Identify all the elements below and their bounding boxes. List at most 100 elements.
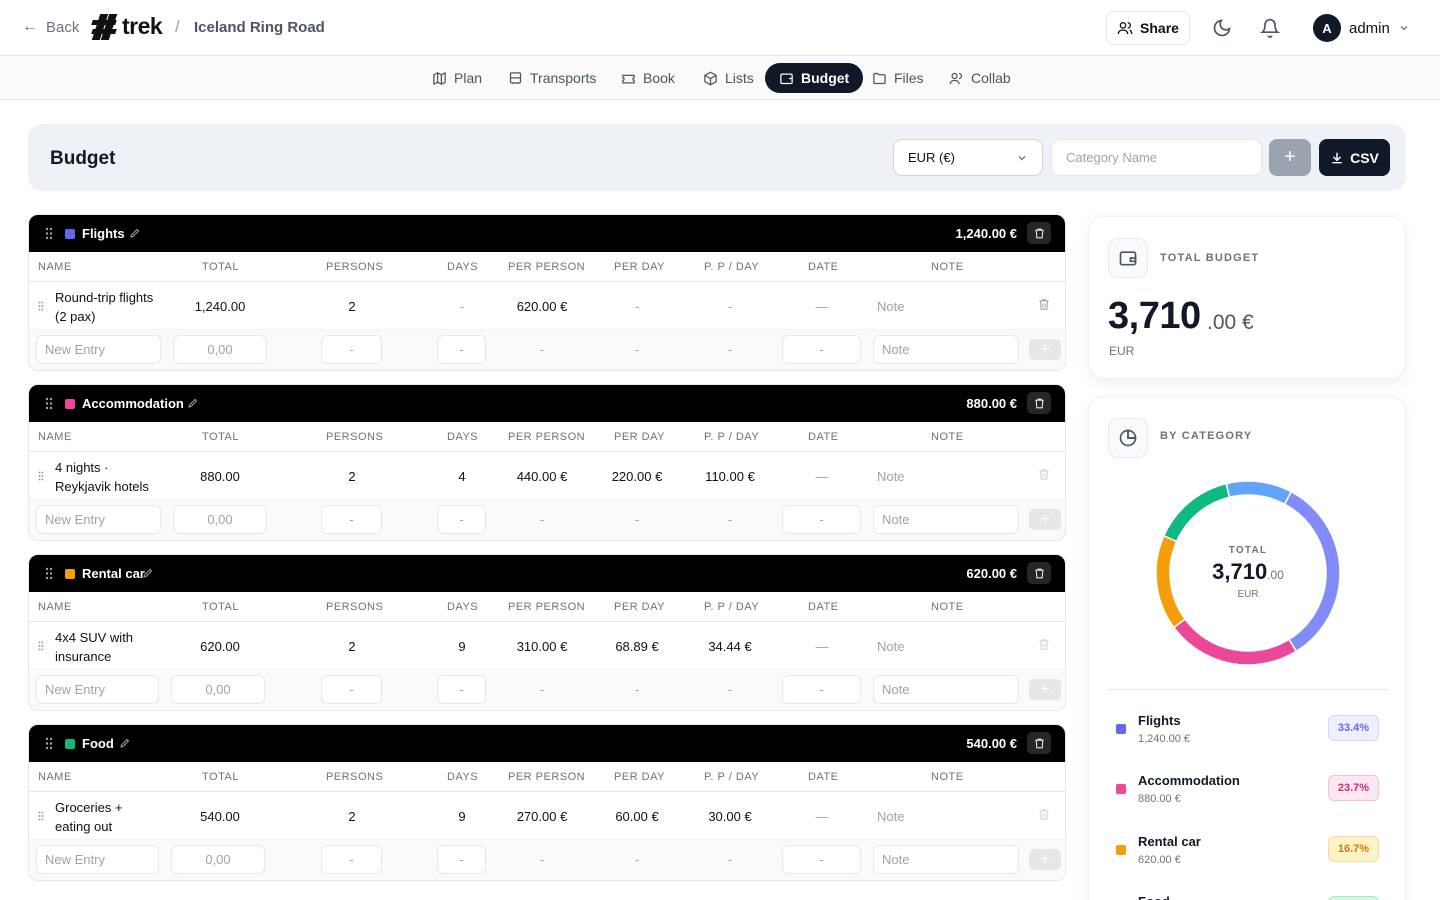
entry-total[interactable]: 1,240.00 [195,299,246,314]
category-name-input[interactable]: Category Name [1051,139,1262,176]
drag-handle-icon[interactable] [38,471,44,481]
new-entry-days-input[interactable]: - [437,505,486,534]
new-entry-total-input[interactable]: 0,00 [173,335,267,364]
add-entry-button[interactable]: + [1029,509,1061,530]
chevron-down-icon[interactable] [1398,22,1410,34]
table-row[interactable]: 4x4 SUV with insurance 620.00 2 9 310.00 € 68.… [29,622,1065,670]
tab-files[interactable]: Files [858,63,938,93]
username[interactable]: admin [1349,20,1390,37]
drag-handle-icon[interactable] [38,301,44,311]
entry-days[interactable]: - [460,299,464,314]
entry-days[interactable]: 9 [458,639,465,654]
add-entry-button[interactable]: + [1029,679,1061,700]
entry-persons[interactable]: 2 [348,639,355,654]
new-entry-note-input[interactable]: Note [873,845,1019,874]
trash-icon[interactable] [1037,637,1051,652]
column-header: PERSONS [326,261,384,273]
entry-total[interactable]: 880.00 [200,469,240,484]
tab-lists[interactable]: Lists [689,63,768,93]
add-entry-button[interactable]: + [1029,339,1061,360]
new-entry-persons-input[interactable]: - [321,505,382,534]
pencil-icon[interactable] [187,397,199,409]
trek-logo[interactable]: trek [91,13,163,40]
new-entry-total-input[interactable]: 0,00 [171,675,265,704]
entry-total[interactable]: 620.00 [200,639,240,654]
export-csv-button[interactable]: CSV [1319,139,1390,176]
entry-persons[interactable]: 2 [348,809,355,824]
new-entry-name-input[interactable]: New Entry [36,335,161,364]
new-entry-persons-input[interactable]: - [321,845,382,874]
drag-handle-icon[interactable] [38,811,44,821]
back-button[interactable]: ← Back [22,18,79,36]
drag-handle-icon[interactable] [45,227,53,240]
new-entry-persons-input[interactable]: - [321,675,382,704]
new-entry-total-input[interactable]: 0,00 [171,845,265,874]
trash-icon[interactable] [1037,467,1051,482]
entry-name[interactable]: 4x4 SUV with insurance [55,628,185,666]
new-entry-persons-input[interactable]: - [321,335,382,364]
entry-pp-day: 30.00 € [708,809,752,824]
entry-name[interactable]: Groceries + eating out [55,798,185,836]
delete-category-button[interactable] [1027,392,1051,414]
new-entry-date-input[interactable]: - [782,675,861,704]
donut-center: TOTAL 3,710.00 EUR [1154,479,1342,667]
trash-icon[interactable] [1037,807,1051,822]
table-row[interactable]: Round-trip flights (2 pax) 1,240.00 2 - 620.0… [29,282,1065,330]
trash-icon[interactable] [1037,297,1051,312]
add-category-button[interactable]: + [1269,139,1311,176]
entry-date[interactable]: — [816,639,829,654]
new-entry-total-input[interactable]: 0,00 [173,505,267,534]
drag-handle-icon[interactable] [45,567,53,580]
tab-transports[interactable]: Transports [494,63,610,93]
pencil-icon[interactable] [129,227,141,239]
entry-name[interactable]: 4 nights · Reykjavik hotels [55,458,185,496]
entry-note[interactable]: Note [877,809,904,824]
entry-date[interactable]: — [816,809,829,824]
avatar[interactable]: A [1313,14,1341,42]
moon-icon[interactable] [1212,18,1232,38]
entry-note[interactable]: Note [877,639,904,654]
new-entry-name-input[interactable]: New Entry [36,505,161,534]
drag-handle-icon[interactable] [45,397,53,410]
entry-name[interactable]: Round-trip flights (2 pax) [55,288,185,326]
bell-icon[interactable] [1260,18,1280,38]
new-entry-name-input[interactable]: New Entry [36,845,159,874]
new-entry-date-input[interactable]: - [782,505,861,534]
pencil-icon[interactable] [119,737,131,749]
share-button[interactable]: Share [1106,11,1190,45]
entry-date[interactable]: — [816,469,829,484]
table-row[interactable]: Groceries + eating out 540.00 2 9 270.00 € 60.… [29,792,1065,840]
delete-category-button[interactable] [1027,222,1051,244]
entry-note[interactable]: Note [877,299,904,314]
new-entry-note-input[interactable]: Note [873,335,1019,364]
tab-plan[interactable]: Plan [418,63,496,93]
new-entry-days-input[interactable]: - [437,675,486,704]
entry-date[interactable]: — [816,299,829,314]
add-entry-button[interactable]: + [1029,849,1061,870]
new-entry-name-input[interactable]: New Entry [36,675,159,704]
entry-note[interactable]: Note [877,469,904,484]
tab-book[interactable]: Book [607,63,689,93]
new-entry-days-input[interactable]: - [437,335,486,364]
entry-persons[interactable]: 2 [348,299,355,314]
table-row[interactable]: 4 nights · Reykjavik hotels 880.00 2 4 440.00… [29,452,1065,500]
entry-days[interactable]: 4 [458,469,465,484]
new-entry-note-input[interactable]: Note [873,675,1019,704]
drag-handle-icon[interactable] [38,641,44,651]
entry-total[interactable]: 540.00 [200,809,240,824]
pencil-icon[interactable] [142,567,154,579]
new-entry-row: New Entry 0,00- - - - - - Note + [29,500,1065,540]
new-entry-note-input[interactable]: Note [873,505,1019,534]
delete-category-button[interactable] [1027,562,1051,584]
new-entry-date-input[interactable]: - [782,845,861,874]
delete-category-button[interactable] [1027,732,1051,754]
tab-collab[interactable]: Collab [935,63,1025,93]
drag-handle-icon[interactable] [45,737,53,750]
new-entry-days-input[interactable]: - [437,845,486,874]
entry-days[interactable]: 9 [458,809,465,824]
new-entry-date-input[interactable]: - [782,335,861,364]
entry-per-day: 220.00 € [611,469,663,484]
currency-select[interactable]: EUR (€) [893,139,1043,176]
entry-persons[interactable]: 2 [348,469,355,484]
tab-budget[interactable]: Budget [765,63,864,93]
